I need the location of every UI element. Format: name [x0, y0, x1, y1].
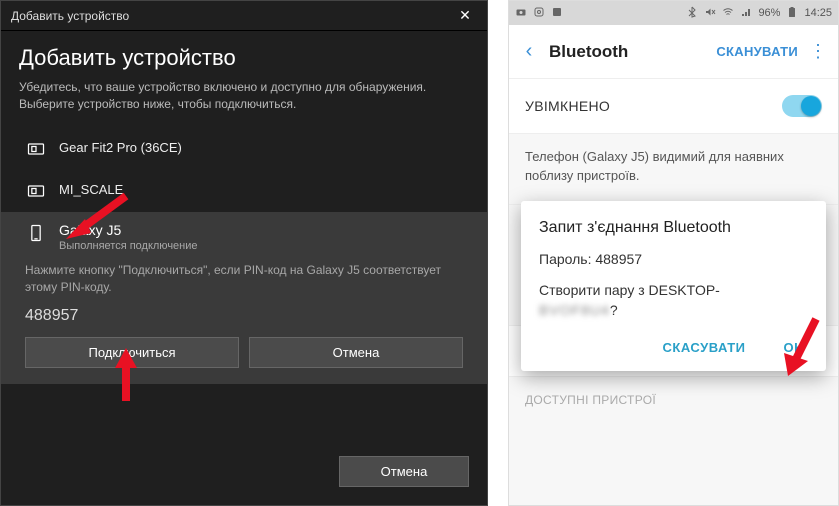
- battery-status-icon: [786, 6, 798, 21]
- wearable-icon: [25, 138, 47, 160]
- bluetooth-header: ‹ Bluetooth СКАНУВАТИ ⋮: [509, 25, 838, 79]
- enabled-label: УВІМКНЕНО: [525, 98, 610, 114]
- device-name: Galaxy J5: [59, 222, 198, 238]
- scan-button[interactable]: СКАНУВАТИ: [716, 44, 798, 59]
- display-icon: [25, 180, 47, 202]
- android-bluetooth-screen: 96% 14:25 ‹ Bluetooth СКАНУВАТИ ⋮ УВІМКН…: [508, 0, 839, 506]
- visibility-text: Телефон (Galaxy J5) видимий для наявних …: [509, 134, 838, 205]
- connect-button[interactable]: Подключиться: [25, 337, 239, 368]
- more-icon[interactable]: ⋮: [808, 41, 828, 62]
- device-item-mi-scale[interactable]: MI_SCALE: [19, 170, 469, 212]
- status-bar: 96% 14:25: [509, 1, 838, 25]
- pairing-dialog: Запит з'єднання Bluetooth Пароль: 488957…: [521, 201, 826, 371]
- device-item-galaxy-j5-selected[interactable]: Galaxy J5 Выполняется подключение Нажмит…: [1, 212, 487, 385]
- dialog-pair-text: Створити пару з DESKTOP- BVOF8U4?: [539, 281, 808, 320]
- titlebar-text: Добавить устройство: [11, 9, 129, 23]
- dialog-cancel-button[interactable]: СКАСУВАТИ: [659, 334, 750, 361]
- titlebar: Добавить устройство ✕: [1, 1, 487, 31]
- pin-code: 488957: [25, 307, 463, 325]
- bluetooth-toggle[interactable]: [782, 95, 822, 117]
- bluetooth-enabled-row: УВІМКНЕНО: [509, 79, 838, 134]
- battery-percent: 96%: [758, 7, 780, 19]
- wifi-status-icon: [722, 6, 734, 21]
- clock: 14:25: [804, 7, 832, 19]
- dialog-footer: Отмена: [1, 442, 487, 505]
- available-devices-label: ДОСТУПНІ ПРИСТРОЇ: [509, 377, 838, 415]
- dialog-cancel-button[interactable]: Отмена: [339, 456, 469, 487]
- device-label: MI_SCALE: [59, 180, 123, 197]
- device-item-gear-fit[interactable]: Gear Fit2 Pro (36CE): [19, 128, 469, 170]
- phone-icon: [25, 222, 47, 244]
- dialog-password: Пароль: 488957: [539, 251, 808, 267]
- dialog-body: Добавить устройство Убедитесь, что ваше …: [1, 31, 487, 442]
- windows-add-device-dialog: Добавить устройство ✕ Добавить устройств…: [0, 0, 488, 506]
- signal-status-icon: [740, 6, 752, 21]
- pin-hint: Нажмите кнопку "Подключиться", если PIN-…: [25, 262, 463, 296]
- close-icon[interactable]: ✕: [453, 7, 477, 24]
- camera-status-icon: [515, 6, 527, 21]
- dialog-ok-button[interactable]: OK: [780, 334, 809, 361]
- dialog-subtext: Убедитесь, что ваше устройство включено …: [19, 79, 469, 114]
- device-status: Выполняется подключение: [59, 240, 198, 252]
- dialog-title: Запит з'єднання Bluetooth: [539, 219, 808, 237]
- facebook-status-icon: [551, 6, 563, 21]
- cancel-pairing-button[interactable]: Отмена: [249, 337, 463, 368]
- dialog-heading: Добавить устройство: [19, 45, 469, 71]
- page-title: Bluetooth: [549, 42, 706, 62]
- mute-status-icon: [704, 6, 716, 21]
- bluetooth-status-icon: [686, 6, 698, 21]
- instagram-status-icon: [533, 6, 545, 21]
- device-label: Gear Fit2 Pro (36CE): [59, 138, 182, 155]
- back-icon[interactable]: ‹: [519, 40, 539, 63]
